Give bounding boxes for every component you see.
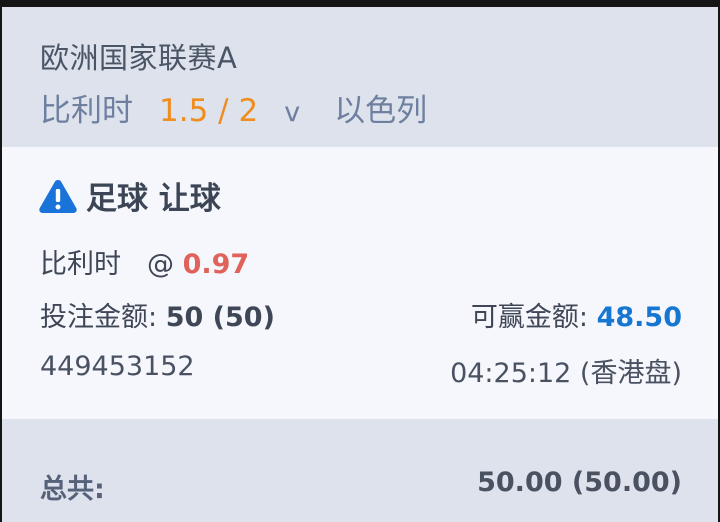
bet-time: 04:25:12 (香港盘) — [450, 358, 682, 389]
handicap-value: 1.5 / 2 — [159, 93, 259, 129]
at-sign: @ — [147, 249, 174, 280]
away-team: 以色列 — [334, 93, 428, 129]
stake-label: 投注金额: — [40, 302, 158, 333]
home-team: 比利时 — [40, 93, 133, 129]
total-label: 总共: — [40, 474, 105, 505]
ticket-id: 449453152 — [40, 351, 195, 382]
bet-type-row: 足球 让球 — [38, 173, 221, 218]
match-header: 欧洲国家联赛A 比利时 1.5 / 2 v 以色列 — [2, 7, 718, 147]
bet-type-title: 足球 让球 — [86, 181, 221, 217]
win-group: 可赢金额: 48.50 — [471, 295, 682, 334]
total-value: 50.00 (50.00) — [477, 467, 682, 498]
stake-group: 投注金额: 50 (50) — [40, 295, 275, 334]
bet-detail: 足球 让球 比利时 @ 0.97 投注金额: 50 (50) 可赢金额: 48.5… — [2, 147, 718, 419]
stake-value: 50 (50) — [165, 302, 275, 333]
league-name: 欧洲国家联赛A — [40, 41, 238, 75]
selection-row: 比利时 @ 0.97 — [40, 242, 249, 281]
win-label: 可赢金额: — [470, 302, 588, 333]
win-value: 48.50 — [596, 302, 682, 333]
matchup-line: 比利时 1.5 / 2 v 以色列 — [40, 85, 427, 130]
selection-team: 比利时 — [40, 249, 121, 280]
bet-slip-card: 欧洲国家联赛A 比利时 1.5 / 2 v 以色列 足球 让球 比利时 @ 0.97 投… — [2, 7, 718, 522]
total-footer: 总共: 50.00 (50.00) — [2, 419, 718, 522]
odds-value: 0.97 — [182, 249, 250, 280]
vs-label: v — [284, 97, 301, 128]
ticket-info-row: 449453152 04:25:12 (香港盘) — [40, 351, 682, 390]
stake-row: 投注金额: 50 (50) 可赢金额: 48.50 — [40, 295, 682, 334]
warning-triangle-icon — [39, 179, 77, 213]
